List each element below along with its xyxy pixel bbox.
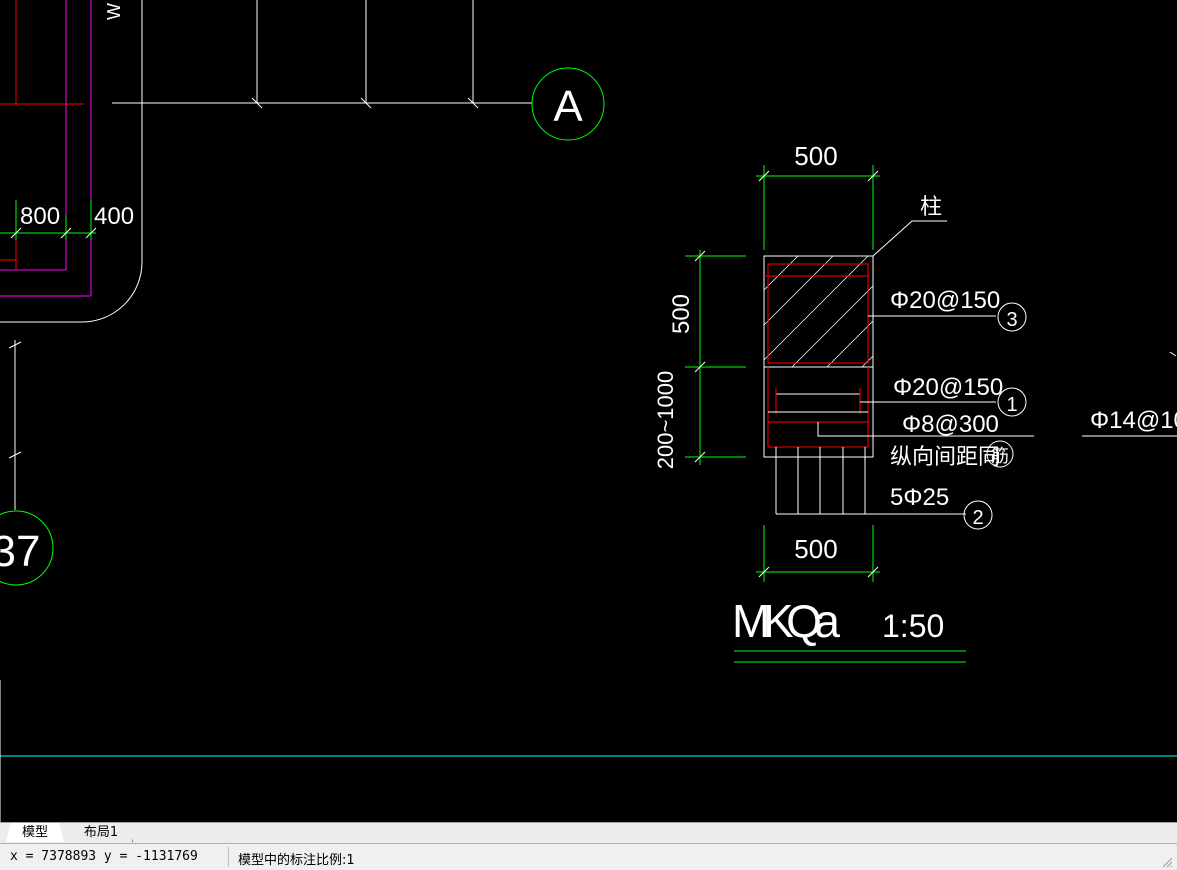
- cad-drawing: A W 800 400 37 500 500 200~1000 500 柱 Φ2…: [0, 0, 1177, 822]
- rebar-right-label: Φ14@100: [1090, 407, 1177, 434]
- grid-bubble-37-label: 37: [0, 527, 40, 576]
- building-outline: [0, 0, 143, 510]
- grid-bubble-a-label: A: [553, 82, 583, 131]
- status-bar: x = 7378893 y = -1131769 模型中的标注比例:1: [0, 843, 1177, 870]
- dim-800: 800: [20, 203, 60, 230]
- cursor-coordinates: x = 7378893 y = -1131769: [10, 849, 198, 864]
- rebar-stirrup-label: Φ8@300: [902, 411, 999, 438]
- marker-1: 1: [1006, 394, 1017, 416]
- status-separator: [228, 847, 229, 867]
- dim-bottom-500: 500: [794, 534, 837, 564]
- note-longitudinal: 纵向间距同: [890, 444, 1000, 469]
- section-scale: 1:50: [882, 608, 944, 644]
- tab-model[interactable]: 模型: [6, 823, 64, 842]
- grid-axis-a: A: [112, 0, 605, 141]
- section-title: MKQa: [732, 595, 840, 647]
- dim-left-range: 200~1000: [653, 371, 678, 470]
- rebar-3-label: Φ20@150: [890, 287, 1000, 314]
- grid-axis-37: 37: [0, 460, 54, 586]
- layout-tab-bar: 模型 布局1: [0, 822, 1177, 843]
- tab-layout1[interactable]: 布局1: [70, 823, 133, 842]
- marker-3: 3: [1006, 309, 1017, 331]
- resize-grip-icon[interactable]: [1161, 856, 1173, 868]
- dimension-800-400: 800 400: [0, 200, 134, 240]
- edge-letter: W: [104, 3, 124, 20]
- dim-400: 400: [94, 203, 134, 230]
- rebar-2-label: 5Φ25: [890, 484, 949, 511]
- section-detail-mkqa: 500 500 200~1000 500 柱 Φ20@150 3 Φ20@150…: [653, 141, 1177, 663]
- marker-4: 筋: [991, 446, 1009, 466]
- dim-left-500: 500: [668, 294, 695, 334]
- dim-top-500: 500: [794, 141, 837, 171]
- label-column: 柱: [920, 194, 942, 219]
- annotation-scale-text: 模型中的标注比例:1: [238, 853, 355, 868]
- rebar-1-label: Φ20@150: [893, 374, 1003, 401]
- marker-2: 2: [972, 507, 983, 529]
- model-space-canvas[interactable]: A W 800 400 37 500 500 200~1000 500 柱 Φ2…: [0, 0, 1177, 822]
